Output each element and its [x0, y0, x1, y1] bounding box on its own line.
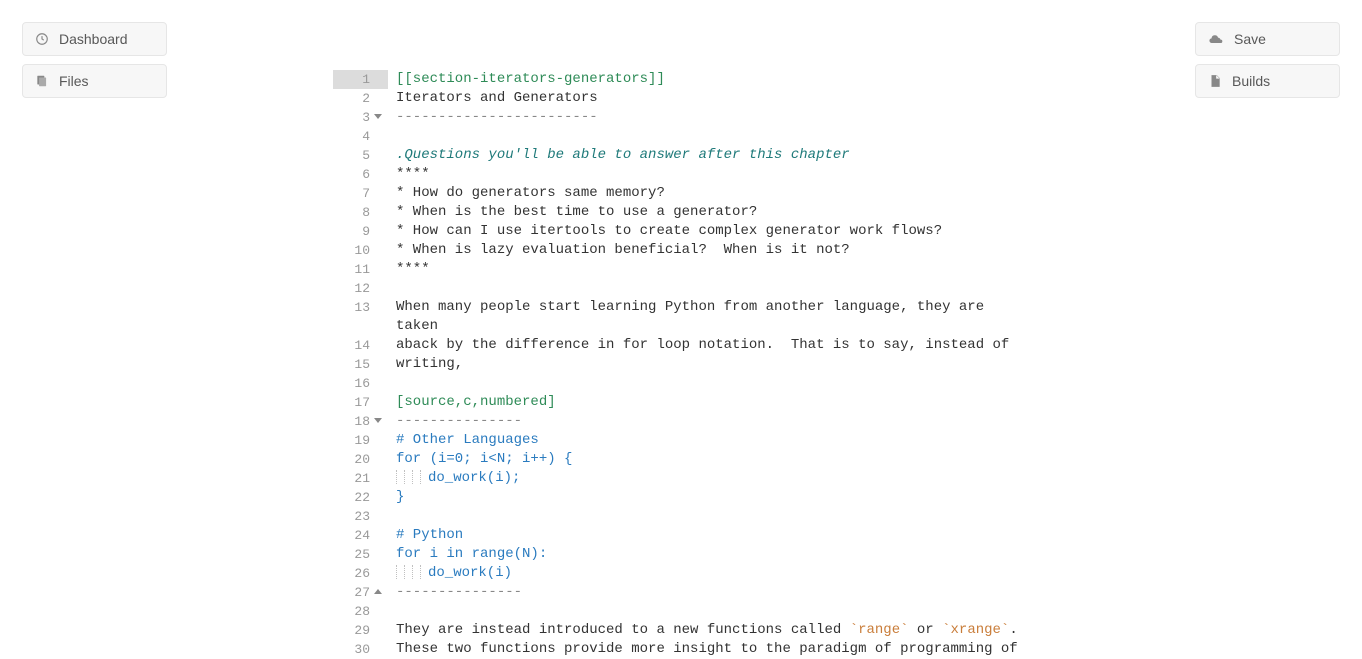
code-line[interactable]: for (i=0; i<N; i++) { [396, 450, 1182, 469]
code-line[interactable]: for i in range(N): [396, 545, 1182, 564]
code-line[interactable]: * When is lazy evaluation beneficial? Wh… [396, 241, 1182, 260]
code-line[interactable]: --------------- [396, 583, 1182, 602]
code-line[interactable]: taken [396, 317, 1182, 336]
files-label: Files [59, 73, 89, 89]
line-number: 11 [333, 260, 388, 279]
code-line[interactable]: **** [396, 165, 1182, 184]
code-line[interactable]: * How can I use itertools to create comp… [396, 222, 1182, 241]
files-button[interactable]: Files [22, 64, 167, 98]
line-number: 10 [333, 241, 388, 260]
dashboard-label: Dashboard [59, 31, 128, 47]
code-line[interactable]: * How do generators same memory? [396, 184, 1182, 203]
sidebar-right: Save Builds [1195, 22, 1340, 106]
line-number: 23 [333, 507, 388, 526]
line-number: 30 [333, 640, 388, 659]
code-line[interactable] [396, 279, 1182, 298]
builds-label: Builds [1232, 73, 1270, 89]
line-number: 1 [333, 70, 388, 89]
line-number: 3 [333, 108, 388, 127]
line-number: 26 [333, 564, 388, 583]
code-line[interactable]: They are instead introduced to a new fun… [396, 621, 1182, 640]
line-number: 29 [333, 621, 388, 640]
code-content[interactable]: [[section-iterators-generators]]Iterator… [396, 70, 1182, 659]
line-number: 15 [333, 355, 388, 374]
line-number: 24 [333, 526, 388, 545]
code-line[interactable]: **** [396, 260, 1182, 279]
line-number: 16 [333, 374, 388, 393]
save-button[interactable]: Save [1195, 22, 1340, 56]
line-number: 20 [333, 450, 388, 469]
line-number [333, 317, 388, 336]
line-number: 5 [333, 146, 388, 165]
dashboard-button[interactable]: Dashboard [22, 22, 167, 56]
code-editor[interactable]: 1234567891011121314151617181920212223242… [333, 70, 1182, 645]
line-number: 6 [333, 165, 388, 184]
code-line[interactable]: # Python [396, 526, 1182, 545]
line-number: 22 [333, 488, 388, 507]
line-number: 25 [333, 545, 388, 564]
line-number: 14 [333, 336, 388, 355]
code-line[interactable]: .Questions you'll be able to answer afte… [396, 146, 1182, 165]
code-line[interactable]: writing, [396, 355, 1182, 374]
code-line[interactable]: Iterators and Generators [396, 89, 1182, 108]
cloud-icon [1208, 32, 1224, 46]
code-line[interactable] [396, 507, 1182, 526]
line-number: 13 [333, 298, 388, 317]
line-number: 7 [333, 184, 388, 203]
code-line[interactable]: When many people start learning Python f… [396, 298, 1182, 317]
code-line[interactable]: do_work(i) [396, 564, 1182, 583]
code-line[interactable]: do_work(i); [396, 469, 1182, 488]
line-number: 17 [333, 393, 388, 412]
line-number-gutter: 1234567891011121314151617181920212223242… [333, 70, 388, 659]
code-line[interactable]: * When is the best time to use a generat… [396, 203, 1182, 222]
code-line[interactable]: These two functions provide more insight… [396, 640, 1182, 659]
line-number: 2 [333, 89, 388, 108]
code-line[interactable]: --------------- [396, 412, 1182, 431]
builds-button[interactable]: Builds [1195, 64, 1340, 98]
code-line[interactable]: aback by the difference in for loop nota… [396, 336, 1182, 355]
line-number: 4 [333, 127, 388, 146]
line-number: 21 [333, 469, 388, 488]
code-line[interactable] [396, 374, 1182, 393]
sidebar-left: Dashboard Files [22, 22, 167, 106]
code-line[interactable]: ------------------------ [396, 108, 1182, 127]
file-icon [1208, 74, 1222, 88]
line-number: 9 [333, 222, 388, 241]
line-number: 12 [333, 279, 388, 298]
line-number: 8 [333, 203, 388, 222]
save-label: Save [1234, 31, 1266, 47]
dashboard-icon [35, 32, 49, 46]
line-number: 19 [333, 431, 388, 450]
code-line[interactable]: [source,c,numbered] [396, 393, 1182, 412]
code-line[interactable]: # Other Languages [396, 431, 1182, 450]
line-number: 18 [333, 412, 388, 431]
code-line[interactable] [396, 602, 1182, 621]
code-line[interactable] [396, 127, 1182, 146]
code-line[interactable]: [[section-iterators-generators]] [396, 70, 1182, 89]
code-line[interactable]: } [396, 488, 1182, 507]
line-number: 27 [333, 583, 388, 602]
files-icon [35, 74, 49, 88]
line-number: 28 [333, 602, 388, 621]
